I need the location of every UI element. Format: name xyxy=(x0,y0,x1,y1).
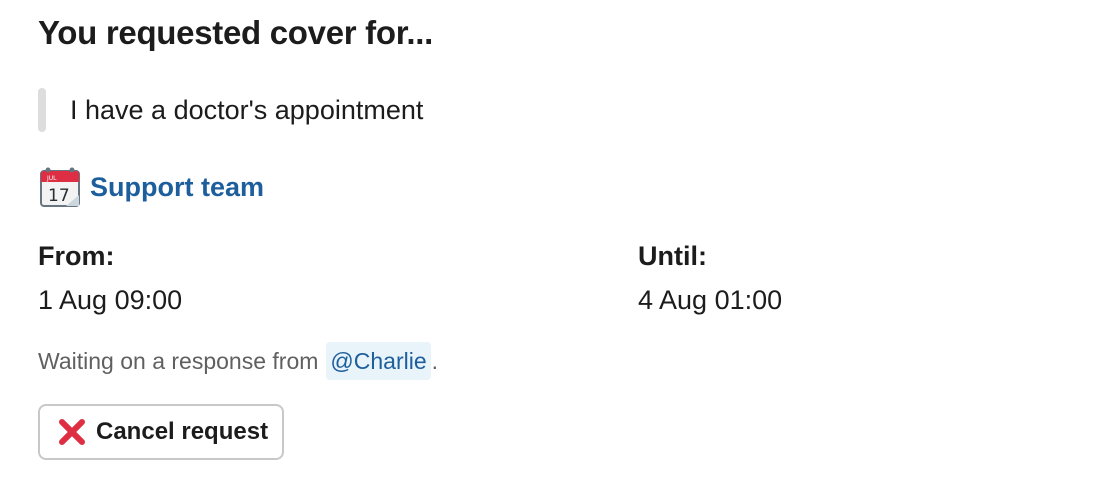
status-text: Waiting on a response from @Charlie . xyxy=(38,342,438,380)
message-title: You requested cover for... xyxy=(38,14,434,51)
cancel-request-button[interactable]: Cancel request xyxy=(38,404,284,460)
until-label: Until: xyxy=(638,241,707,271)
calendar-month: JUL xyxy=(46,175,57,182)
reason-quote: I have a doctor's appointment xyxy=(38,88,423,132)
status-prefix: Waiting on a response from xyxy=(38,347,319,374)
reason-text: I have a doctor's appointment xyxy=(70,94,424,125)
until-value: 4 Aug 01:00 xyxy=(638,285,783,315)
calendar-icon: JUL 17 xyxy=(40,167,80,207)
until-field: Until: 4 Aug 01:00 xyxy=(638,238,782,318)
cancel-request-label: Cancel request xyxy=(96,418,269,445)
calendar-day: 17 xyxy=(48,186,70,206)
from-field: From: 1 Aug 09:00 xyxy=(38,238,182,318)
status-suffix: . xyxy=(431,347,439,374)
from-label: From: xyxy=(38,241,115,271)
quote-bar xyxy=(38,88,46,132)
team-row: JUL 17 Support team xyxy=(38,164,264,210)
cross-mark-icon xyxy=(59,419,85,445)
team-link[interactable]: Support team xyxy=(90,172,264,203)
from-value: 1 Aug 09:00 xyxy=(38,285,183,315)
user-mention[interactable]: @Charlie xyxy=(326,342,431,380)
